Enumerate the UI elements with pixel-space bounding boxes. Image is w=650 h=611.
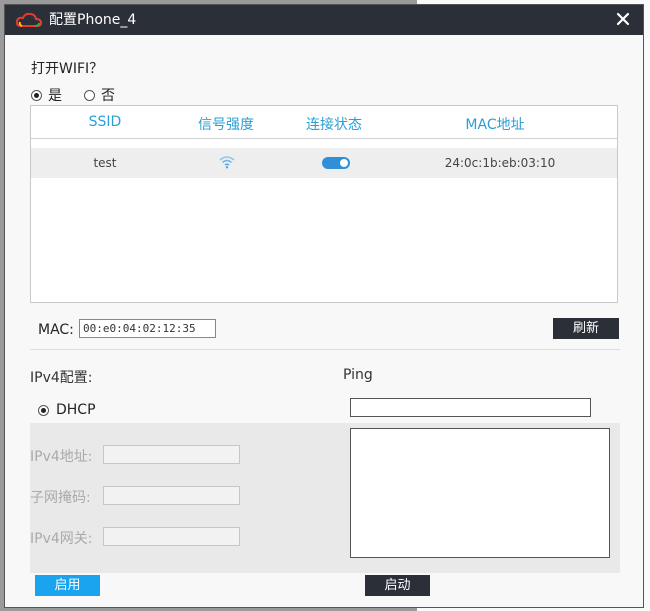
start-button[interactable]: 启动 <box>365 575 430 596</box>
ipv4-gateway-input[interactable] <box>103 527 240 546</box>
ping-target-input[interactable] <box>350 398 591 417</box>
ipv4-address-label: IPv4地址: <box>30 449 93 465</box>
wifi-question-label: 打开WIFI？ <box>31 61 104 77</box>
table-header: SSID 信号强度 连接状态 MAC地址 <box>31 106 617 139</box>
column-header-mac[interactable]: MAC地址 <box>395 114 595 134</box>
wifi-off-radio[interactable] <box>84 89 95 101</box>
dialog-content: 打开WIFI？ 是 否 SSID 信号强度 连接状态 MAC地址 test 24… <box>5 35 643 607</box>
mac-input[interactable]: 00:e0:04:02:12:35 <box>79 319 216 338</box>
wifi-signal-icon <box>219 156 235 169</box>
wifi-off-label[interactable]: 否 <box>101 85 115 105</box>
mac-cell: 24:0c:1b:eb:03:10 <box>444 156 556 170</box>
close-icon[interactable] <box>613 9 633 29</box>
title-bar: 配置Phone_4 <box>5 5 643 35</box>
wifi-on-radio[interactable] <box>31 89 42 101</box>
subnet-mask-input[interactable] <box>103 486 240 505</box>
wifi-on-label[interactable]: 是 <box>48 85 62 105</box>
ping-output-area[interactable] <box>350 428 610 558</box>
table-row[interactable]: test 24:0c:1b:eb:03:10 <box>31 148 617 178</box>
subnet-mask-label: 子网掩码: <box>30 490 91 506</box>
column-header-status[interactable]: 连接状态 <box>273 114 395 134</box>
ping-label: Ping <box>343 367 373 383</box>
connection-status-toggle[interactable] <box>322 157 350 169</box>
refresh-button[interactable]: 刷新 <box>553 318 619 339</box>
dhcp-label[interactable]: DHCP <box>56 402 96 418</box>
ipv4-gateway-label: IPv4网关: <box>30 531 93 547</box>
cloud-logo-icon <box>15 12 43 27</box>
ipv4-address-input[interactable] <box>103 445 240 464</box>
config-dialog: 配置Phone_4 打开WIFI？ 是 否 SSID 信号强度 连接状态 MAC… <box>4 4 644 608</box>
dhcp-option: DHCP <box>38 402 96 418</box>
wifi-toggle-group: 是 否 <box>31 85 137 105</box>
wifi-network-table: SSID 信号强度 连接状态 MAC地址 test 24:0c:1b:eb:03… <box>30 105 618 303</box>
section-divider <box>30 349 620 350</box>
ipv4-config-label: IPv4配置: <box>30 370 93 386</box>
window-title: 配置Phone_4 <box>49 12 137 28</box>
mac-label: MAC: <box>38 322 74 338</box>
dhcp-radio[interactable] <box>38 404 49 416</box>
column-header-ssid[interactable]: SSID <box>31 114 179 130</box>
ssid-cell: test <box>93 156 117 170</box>
apply-button[interactable]: 启用 <box>35 575 100 596</box>
column-header-signal[interactable]: 信号强度 <box>179 114 273 134</box>
